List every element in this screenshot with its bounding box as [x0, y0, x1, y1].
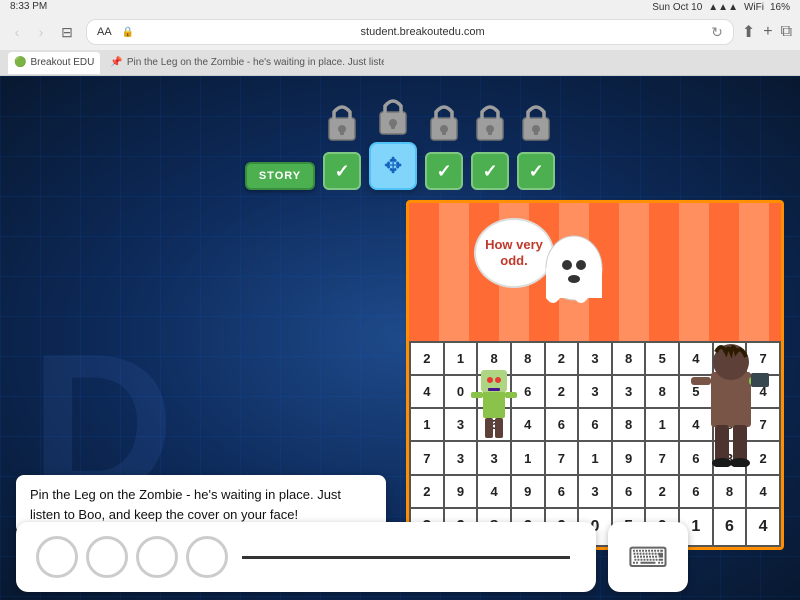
lock-1-icon [323, 98, 361, 146]
lock-4[interactable]: ✓ [471, 98, 509, 190]
reload-button[interactable]: ↻ [711, 24, 723, 41]
tab1-icon: 🟢 [14, 57, 26, 68]
lock-2-icon [374, 92, 412, 140]
floor-row-5: 29496362684 [410, 475, 780, 508]
zombie-character [469, 362, 519, 442]
wifi-icon: WiFi [744, 2, 764, 13]
scene-illustration-panel: 21882385447 40962338544 13646681487 7331… [406, 200, 784, 550]
lock-5-icon [517, 98, 555, 146]
check-badge-4[interactable]: ✓ [471, 152, 509, 190]
tab-zombie-game[interactable]: 📌 Pin the Leg on the Zombie - he's waiti… [104, 52, 384, 74]
lock-3-icon [425, 98, 463, 146]
tab-breakout-edu[interactable]: 🟢 Breakout EDU [8, 52, 100, 74]
tabs-button[interactable]: ⧉ [781, 23, 792, 41]
ghost-character [539, 223, 609, 313]
story-button[interactable]: STORY [245, 162, 315, 190]
signal-icon: ▲▲▲ [708, 2, 738, 13]
back-button[interactable]: ‹ [8, 23, 26, 41]
url-display: student.breakoutedu.com [140, 26, 705, 38]
answer-input-panel[interactable] [16, 522, 596, 592]
time: 8:33 PM [10, 1, 47, 13]
lock-5[interactable]: ✓ [517, 98, 555, 190]
tab2-icon: 📌 [110, 57, 122, 68]
bottom-input-area: ⌨ [0, 514, 800, 600]
battery-indicator: 16% [770, 2, 790, 13]
bookmarks-button[interactable]: ⊟ [56, 23, 78, 41]
lock-4-icon [471, 98, 509, 146]
forward-button[interactable]: › [32, 23, 50, 41]
answer-circle-4[interactable] [186, 536, 228, 578]
tab2-label: Pin the Leg on the Zombie - he's waiting… [127, 57, 385, 68]
lock-move-active[interactable]: ✥ [369, 92, 417, 190]
keyboard-button-panel[interactable]: ⌨ [608, 522, 688, 592]
answer-line [242, 556, 570, 559]
answer-circle-1[interactable] [36, 536, 78, 578]
check-badge-1[interactable]: ✓ [323, 152, 361, 190]
font-size-aa[interactable]: AA [97, 26, 112, 38]
answer-circle-2[interactable] [86, 536, 128, 578]
lock-1[interactable]: ✓ [323, 98, 361, 190]
lock-3[interactable]: ✓ [425, 98, 463, 190]
tab1-label: Breakout EDU [30, 57, 94, 68]
share-button[interactable]: ⬆ [742, 22, 755, 42]
check-badge-5[interactable]: ✓ [517, 152, 555, 190]
game-nav-bar: STORY ✓ ✥ [0, 76, 800, 190]
ssl-lock-icon: 🔒 [122, 27, 134, 38]
day: Sun Oct 10 [652, 2, 702, 13]
check-badge-3[interactable]: ✓ [425, 152, 463, 190]
person-character [691, 337, 771, 467]
move-icon-active[interactable]: ✥ [369, 142, 417, 190]
keyboard-icon: ⌨ [628, 541, 668, 574]
new-tab-button[interactable]: + [763, 23, 772, 41]
answer-circle-3[interactable] [136, 536, 178, 578]
